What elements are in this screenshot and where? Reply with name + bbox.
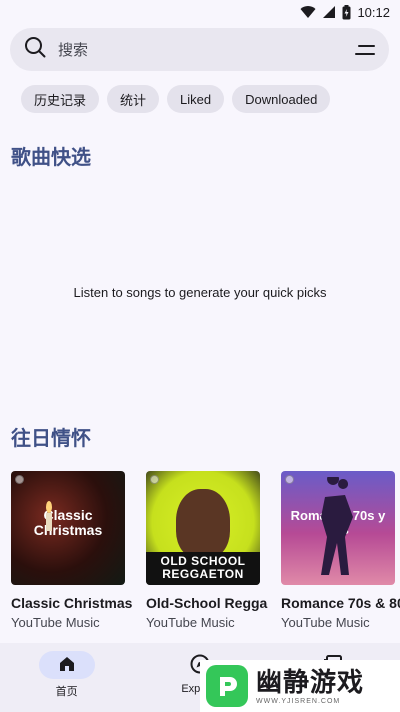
watermark-logo — [206, 665, 248, 707]
status-bar: 10:12 — [0, 0, 400, 24]
menu-icon[interactable] — [355, 44, 375, 56]
search-bar[interactable]: 搜索 — [10, 28, 389, 71]
badge-icon — [15, 475, 24, 484]
card-subtitle: YouTube Music — [11, 615, 100, 630]
chip-downloaded[interactable]: Downloaded — [232, 85, 331, 113]
search-input[interactable]: 搜索 — [58, 39, 355, 60]
chip-history[interactable]: 历史记录 — [21, 85, 100, 113]
watermark-url: WWW.YJISREN.COM — [256, 697, 341, 705]
card-title: Romance 70s & 80s — [281, 595, 400, 611]
card-subtitle: YouTube Music — [281, 615, 370, 630]
nav-item-home[interactable]: 首页 — [7, 651, 127, 712]
playlist-artwork[interactable]: Romance 70s y 80s — [281, 471, 395, 585]
candle-icon — [46, 501, 52, 531]
site-watermark: 幽静游戏 WWW.YJISREN.COM — [200, 660, 400, 712]
artwork-text: OLD SCHOOL REGGAETON — [146, 552, 260, 585]
playlist-card[interactable]: Classic Christmas Classic Christmas YouT… — [11, 471, 132, 630]
nostalgia-title: 往日情怀 — [11, 428, 91, 450]
watermark-text: 幽静游戏 WWW.YJISREN.COM — [256, 668, 364, 705]
badge-icon — [150, 475, 159, 484]
card-title: Old-School Reggaeton — [146, 595, 268, 611]
artist-portrait — [176, 489, 230, 559]
card-title: Classic Christmas — [11, 595, 133, 611]
watermark-title: 幽静游戏 — [256, 666, 365, 697]
wifi-icon — [300, 5, 316, 19]
chip-liked[interactable]: Liked — [167, 85, 225, 113]
home-icon — [59, 656, 75, 675]
quick-picks-empty-message: Listen to songs to generate your quick p… — [73, 285, 327, 300]
playlist-card[interactable]: OLD SCHOOL REGGAETON Old-School Reggaeto… — [146, 471, 268, 630]
nostalgia-cards: Classic Christmas Classic Christmas YouT… — [11, 471, 400, 630]
filter-chips: 历史记录 统计 Liked Downloaded — [21, 85, 331, 113]
chip-stats[interactable]: 统计 — [107, 85, 160, 113]
signal-icon — [322, 5, 336, 19]
couple-silhouette-icon — [321, 477, 353, 575]
badge-icon — [285, 475, 294, 484]
status-time: 10:12 — [357, 4, 390, 20]
artwork-text: Classic Christmas — [33, 507, 103, 538]
nav-label-home: 首页 — [55, 686, 78, 698]
search-icon[interactable] — [24, 36, 46, 63]
quick-picks-title: 歌曲快选 — [11, 147, 91, 169]
playlist-artwork[interactable]: OLD SCHOOL REGGAETON — [146, 471, 260, 585]
nav-pill[interactable] — [38, 651, 95, 679]
playlist-artwork[interactable]: Classic Christmas — [11, 471, 125, 585]
playlist-card[interactable]: Romance 70s y 80s Romance 70s & 80s YouT… — [281, 471, 400, 630]
card-subtitle: YouTube Music — [146, 615, 235, 630]
battery-icon — [342, 4, 351, 20]
